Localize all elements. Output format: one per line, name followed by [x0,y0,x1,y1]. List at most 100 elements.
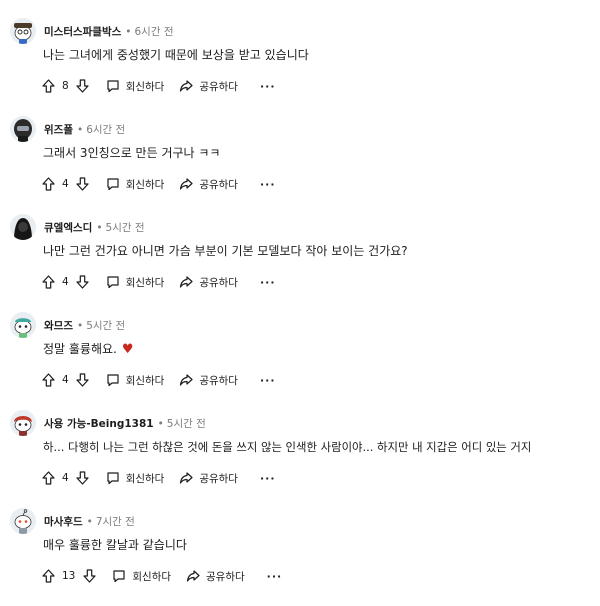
downvote-icon[interactable] [75,470,91,486]
heart-emoji: ♥ [121,342,134,357]
reply-label: 회신하다 [125,178,165,191]
separator-dot: • [76,320,84,332]
username[interactable]: 사용 가능-Being1381 [44,418,154,430]
snoo-avatar-red-hair-icon [10,410,36,436]
downvote-icon[interactable] [81,568,97,584]
vote-count: 4 [62,178,69,190]
comment-actions: 4 회신하다 공유하다 ··· [40,370,276,390]
vote-count: 4 [62,276,69,288]
timestamp[interactable]: 5시간 전 [106,222,145,234]
upvote-icon[interactable] [40,78,56,94]
downvote-icon[interactable] [75,274,91,290]
share-arrow-icon [178,372,194,388]
snoo-avatar-default-icon [10,508,36,534]
separator-dot: • [157,418,164,430]
upvote-icon[interactable] [40,470,56,486]
username[interactable]: 큐엘엑스디 [44,222,92,234]
share-arrow-icon [178,176,194,192]
separator-dot: • [86,516,93,528]
timestamp[interactable]: 5시간 전 [167,418,206,430]
share-button[interactable]: 공유하다 [178,372,238,388]
username[interactable]: 마사후드 [44,516,83,528]
comment-text-content: 정말 훌륭해요. [43,342,117,356]
reply-label: 회신하다 [125,80,165,93]
username[interactable]: 와므즈 [44,320,73,332]
comment-actions: 4 회신하다 공유하다 ··· [40,272,276,292]
snoo-avatar-cap-icon [10,312,36,338]
reply-label: 회신하다 [125,374,165,387]
share-button[interactable]: 공유하다 [178,176,238,192]
more-options-button[interactable]: ··· [260,374,276,387]
comment-header: 큐엘엑스디 • 5시간 전 [44,220,145,236]
avatar[interactable] [10,312,36,338]
more-options-button[interactable]: ··· [267,570,283,583]
more-options-button[interactable]: ··· [260,178,276,191]
separator-dot: • [96,222,103,234]
chat-bubble-icon [111,568,127,584]
downvote-icon[interactable] [75,176,91,192]
reply-button[interactable]: 회신하다 [105,78,165,94]
vote-count: 8 [62,80,69,92]
timestamp[interactable]: 6시간 전 [134,26,173,38]
chat-bubble-icon [105,470,121,486]
upvote-icon[interactable] [40,176,56,192]
timestamp[interactable]: 5시간 전 [86,320,125,332]
chat-bubble-icon [105,274,121,290]
avatar[interactable] [10,116,36,142]
downvote-icon[interactable] [75,78,91,94]
reply-label: 회신하다 [125,472,165,485]
reply-button[interactable]: 회신하다 [105,372,165,388]
comment: 미스터스파클박스 • 6시간 전 나는 그녀에게 중성했기 때문에 보상을 받고 있… [0,18,600,116]
username[interactable]: 미스터스파클박스 [44,26,121,38]
more-options-button[interactable]: ··· [260,276,276,289]
share-arrow-icon [178,274,194,290]
comment: 와므즈 • 5시간 전 정말 훌륭해요. ♥ 4 회신하다 공유하다 ··· [0,312,600,410]
upvote-icon[interactable] [40,372,56,388]
timestamp[interactable]: 7시간 전 [96,516,135,528]
snoo-avatar-hooded-icon [10,214,36,240]
reply-button[interactable]: 회신하다 [105,274,165,290]
share-button[interactable]: 공유하다 [185,568,245,584]
comment-text: 나만 그런 건가요 아니면 가슴 부분이 기본 모델보다 작아 보이는 건가요? [43,244,408,258]
reply-label: 회신하다 [132,570,172,583]
downvote-icon[interactable] [75,372,91,388]
snoo-avatar-glasses-icon [10,18,36,44]
upvote-icon[interactable] [40,568,56,584]
comment-actions: 4 회신하다 공유하다 ··· [40,174,276,194]
timestamp[interactable]: 6시간 전 [86,124,125,136]
reply-button[interactable]: 회신하다 [111,568,171,584]
reply-button[interactable]: 회신하다 [105,470,165,486]
comment-header: 와므즈 • 5시간 전 [44,318,125,334]
comment-text: 나는 그녀에게 중성했기 때문에 보상을 받고 있습니다 [43,48,309,62]
more-options-button[interactable]: ··· [260,472,276,485]
comment-actions: 8 회신하다 공유하다 ··· [40,76,276,96]
username[interactable]: 위즈폴 [44,124,73,136]
comment-header: 위즈폴 • 6시간 전 [44,122,125,138]
share-arrow-icon [185,568,201,584]
vote-count: 4 [62,374,69,386]
upvote-icon[interactable] [40,274,56,290]
share-label: 공유하다 [206,570,245,583]
comment: 마사후드 • 7시간 전 매우 훌륭한 칼날과 같습니다 13 회신하다 공유하다 … [0,508,600,606]
comment-actions: 4 회신하다 공유하다 ··· [40,468,276,488]
share-button[interactable]: 공유하다 [178,470,238,486]
avatar[interactable] [10,214,36,240]
comment-actions: 13 회신하다 공유하다 ··· [40,566,282,586]
share-label: 공유하다 [199,472,238,485]
comment-text: 매우 훌륭한 칼날과 같습니다 [43,538,187,552]
comment: 큐엘엑스디 • 5시간 전 나만 그런 건가요 아니면 가슴 부분이 기본 모델보다… [0,214,600,312]
separator-dot: • [125,26,132,38]
share-button[interactable]: 공유하다 [178,78,238,94]
share-label: 공유하다 [199,374,238,387]
avatar[interactable] [10,508,36,534]
more-options-button[interactable]: ··· [260,80,276,93]
avatar[interactable] [10,18,36,44]
share-arrow-icon [178,470,194,486]
reply-button[interactable]: 회신하다 [105,176,165,192]
reply-label: 회신하다 [125,276,165,289]
avatar[interactable] [10,410,36,436]
share-label: 공유하다 [199,80,238,93]
snoo-avatar-dark-helmet-icon [10,116,36,142]
share-button[interactable]: 공유하다 [178,274,238,290]
comment: 사용 가능-Being1381 • 5시간 전 하... 다행히 나는 그런 하찮은… [0,410,600,508]
